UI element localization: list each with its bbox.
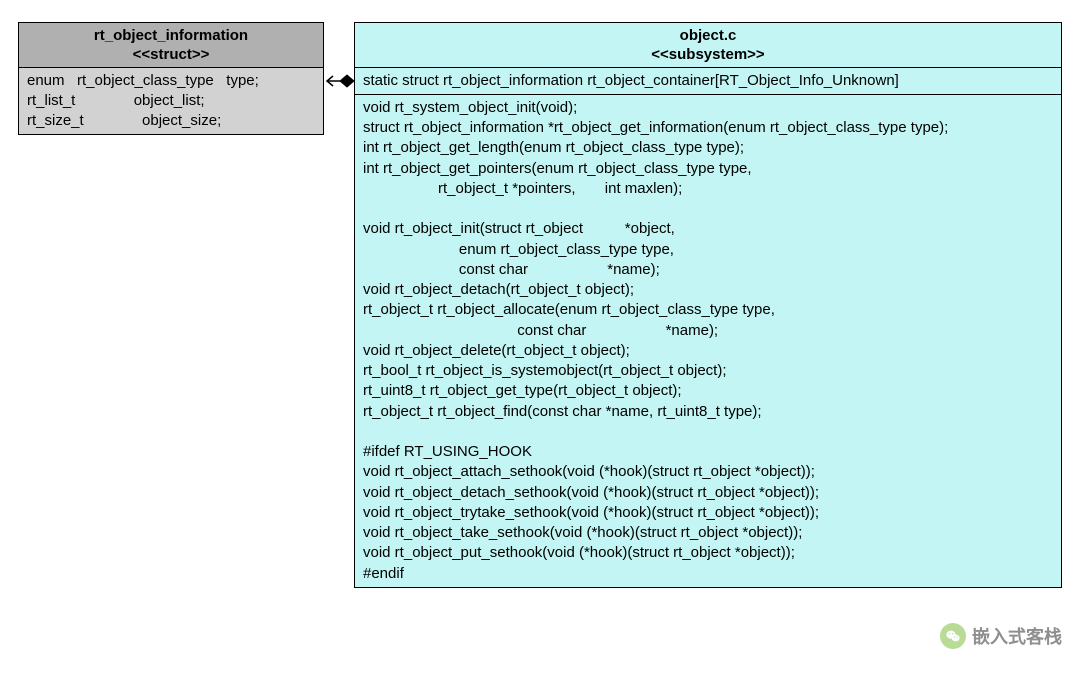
struct-header: rt_object_information <<struct>> bbox=[19, 23, 323, 68]
subsystem-stereotype: <<subsystem>> bbox=[361, 46, 1055, 65]
struct-title: rt_object_information bbox=[25, 27, 317, 46]
struct-fields-section: enum rt_object_class_type type; rt_list_… bbox=[19, 68, 323, 135]
watermark: 嵌入式客栈 bbox=[940, 623, 1062, 649]
subsystem-body-section: void rt_system_object_init(void); struct… bbox=[355, 95, 1061, 587]
struct-box-rt-object-information: rt_object_information <<struct>> enum rt… bbox=[18, 22, 324, 135]
struct-stereotype: <<struct>> bbox=[25, 46, 317, 65]
subsystem-box-object-c: object.c <<subsystem>> static struct rt_… bbox=[354, 22, 1062, 588]
struct-fields: enum rt_object_class_type type; rt_list_… bbox=[27, 71, 315, 132]
subsystem-body: void rt_system_object_init(void); struct… bbox=[363, 98, 1053, 584]
wechat-icon bbox=[940, 623, 966, 649]
watermark-text: 嵌入式客栈 bbox=[972, 623, 1062, 649]
subsystem-header: object.c <<subsystem>> bbox=[355, 23, 1061, 68]
subsystem-declaration: static struct rt_object_information rt_o… bbox=[363, 71, 1053, 91]
aggregation-icon bbox=[324, 72, 354, 90]
aggregation-connector bbox=[324, 72, 354, 90]
diagram-canvas: rt_object_information <<struct>> enum rt… bbox=[0, 0, 1080, 673]
subsystem-declaration-section: static struct rt_object_information rt_o… bbox=[355, 68, 1061, 95]
subsystem-title: object.c bbox=[361, 27, 1055, 46]
